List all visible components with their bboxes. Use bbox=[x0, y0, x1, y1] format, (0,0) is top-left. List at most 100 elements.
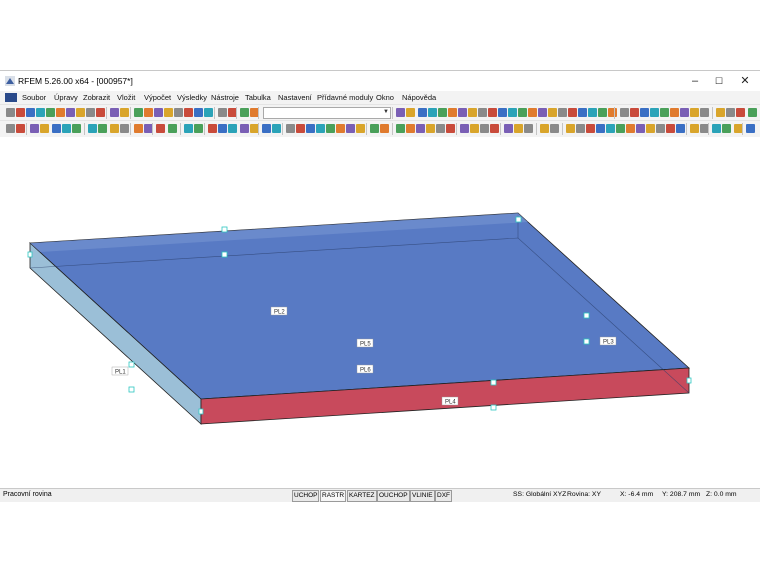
toolbar-tool-icon[interactable] bbox=[40, 124, 49, 133]
toolbar-tool-icon[interactable] bbox=[184, 108, 193, 117]
menu-okno[interactable]: Okno bbox=[376, 93, 394, 102]
label-pl1[interactable]: PL1 bbox=[111, 366, 129, 376]
toolbar-tool-icon[interactable] bbox=[46, 108, 55, 117]
toolbar-tool-icon[interactable] bbox=[120, 108, 129, 117]
toolbar-tool-icon[interactable] bbox=[286, 124, 295, 133]
toolbar-tool-icon[interactable] bbox=[168, 124, 177, 133]
menu-nastaveni[interactable]: Nastavení bbox=[278, 93, 312, 102]
toolbar-tool-icon[interactable] bbox=[438, 108, 447, 117]
toolbar-tool-icon[interactable] bbox=[194, 108, 203, 117]
toolbar-tool-icon[interactable] bbox=[134, 108, 143, 117]
toolbar-tool-icon[interactable] bbox=[716, 108, 725, 117]
node-marker[interactable] bbox=[490, 379, 497, 386]
toolbar-tool-icon[interactable] bbox=[418, 108, 427, 117]
toolbar-tool-icon[interactable] bbox=[676, 124, 685, 133]
toolbar-tool-icon[interactable] bbox=[154, 108, 163, 117]
toolbar-tool-icon[interactable] bbox=[346, 124, 355, 133]
toolbar-tool-icon[interactable] bbox=[646, 124, 655, 133]
menu-zobrazit[interactable]: Zobrazit bbox=[83, 93, 110, 102]
node-marker[interactable] bbox=[198, 408, 204, 415]
toolbar-tool-icon[interactable] bbox=[504, 124, 513, 133]
toolbar-tool-icon[interactable] bbox=[428, 108, 437, 117]
close-button[interactable]: ✕ bbox=[737, 74, 753, 88]
status-uchop-button[interactable]: UCHOP bbox=[292, 490, 320, 502]
toolbar-tool-icon[interactable] bbox=[6, 124, 15, 133]
toolbar-tool-icon[interactable] bbox=[6, 108, 15, 117]
menu-pridavne-moduly[interactable]: Přídavné moduly bbox=[317, 93, 373, 102]
toolbar-tool-icon[interactable] bbox=[636, 124, 645, 133]
toolbar-tool-icon[interactable] bbox=[670, 108, 679, 117]
toolbar-tool-icon[interactable] bbox=[16, 124, 25, 133]
toolbar-tool-icon[interactable] bbox=[448, 108, 457, 117]
toolbar-tool-icon[interactable] bbox=[262, 124, 271, 133]
toolbar-tool-icon[interactable] bbox=[406, 124, 415, 133]
toolbar-tool-icon[interactable] bbox=[712, 124, 721, 133]
toolbar-tool-icon[interactable] bbox=[184, 124, 193, 133]
toolbar-tool-icon[interactable] bbox=[470, 124, 479, 133]
toolbar-tool-icon[interactable] bbox=[680, 108, 689, 117]
toolbar-tool-icon[interactable] bbox=[218, 124, 227, 133]
toolbar-tool-icon[interactable] bbox=[528, 108, 537, 117]
menu-upravy[interactable]: Úpravy bbox=[54, 93, 78, 102]
toolbar-tool-icon[interactable] bbox=[748, 108, 757, 117]
toolbar-tool-icon[interactable] bbox=[620, 108, 629, 117]
toolbar-tool-icon[interactable] bbox=[458, 108, 467, 117]
toolbar-tool-icon[interactable] bbox=[240, 124, 249, 133]
status-vlinie-button[interactable]: VLINIE bbox=[410, 490, 435, 502]
toolbar-tool-icon[interactable] bbox=[62, 124, 71, 133]
toolbar-tool-icon[interactable] bbox=[596, 124, 605, 133]
toolbar-tool-icon[interactable] bbox=[110, 108, 119, 117]
menu-tabulka[interactable]: Tabulka bbox=[245, 93, 271, 102]
menu-vysledky[interactable]: Výsledky bbox=[177, 93, 207, 102]
model-viewport[interactable]: PL2 PL5 PL6 PL1 PL3 PL4 bbox=[0, 137, 760, 488]
toolbar-tool-icon[interactable] bbox=[588, 108, 597, 117]
node-marker[interactable] bbox=[583, 338, 590, 345]
label-pl5[interactable]: PL5 bbox=[356, 338, 374, 348]
toolbar-tool-icon[interactable] bbox=[722, 124, 731, 133]
toolbar-tool-icon[interactable] bbox=[326, 124, 335, 133]
toolbar-tool-icon[interactable] bbox=[52, 124, 61, 133]
toolbar-tool-icon[interactable] bbox=[608, 108, 617, 117]
toolbar-tool-icon[interactable] bbox=[656, 124, 665, 133]
toolbar-tool-icon[interactable] bbox=[208, 124, 217, 133]
toolbar-tool-icon[interactable] bbox=[726, 108, 735, 117]
toolbar-tool-icon[interactable] bbox=[228, 124, 237, 133]
menu-vlozit[interactable]: Vložit bbox=[117, 93, 135, 102]
toolbar-tool-icon[interactable] bbox=[746, 124, 755, 133]
toolbar-tool-icon[interactable] bbox=[336, 124, 345, 133]
minimize-button[interactable]: – bbox=[687, 74, 703, 88]
toolbar-tool-icon[interactable] bbox=[524, 124, 533, 133]
toolbar-tool-icon[interactable] bbox=[56, 108, 65, 117]
toolbar-tool-icon[interactable] bbox=[370, 124, 379, 133]
toolbar-tool-icon[interactable] bbox=[576, 124, 585, 133]
toolbar-tool-icon[interactable] bbox=[296, 124, 305, 133]
toolbar-tool-icon[interactable] bbox=[26, 108, 35, 117]
node-marker[interactable] bbox=[221, 226, 228, 233]
label-pl4[interactable]: PL4 bbox=[441, 396, 459, 406]
toolbar-tool-icon[interactable] bbox=[478, 108, 487, 117]
toolbar-tool-icon[interactable] bbox=[446, 124, 455, 133]
toolbar-tool-icon[interactable] bbox=[490, 124, 499, 133]
toolbar-tool-icon[interactable] bbox=[666, 124, 675, 133]
toolbar-tool-icon[interactable] bbox=[356, 124, 365, 133]
node-marker[interactable] bbox=[128, 386, 135, 393]
toolbar-tool-icon[interactable] bbox=[598, 108, 607, 117]
toolbar-tool-icon[interactable] bbox=[36, 108, 45, 117]
label-pl2[interactable]: PL2 bbox=[270, 306, 288, 316]
toolbar-tool-icon[interactable] bbox=[306, 124, 315, 133]
toolbar-tool-icon[interactable] bbox=[538, 108, 547, 117]
toolbar-tool-icon[interactable] bbox=[240, 108, 249, 117]
toolbar-tool-icon[interactable] bbox=[690, 124, 699, 133]
status-kartez-button[interactable]: KARTEZ bbox=[347, 490, 377, 502]
status-dxf-button[interactable]: DXF bbox=[435, 490, 452, 502]
toolbar-tool-icon[interactable] bbox=[488, 108, 497, 117]
toolbar-tool-icon[interactable] bbox=[540, 124, 549, 133]
node-marker[interactable] bbox=[583, 312, 590, 319]
toolbar-tool-icon[interactable] bbox=[508, 108, 517, 117]
toolbar-tool-icon[interactable] bbox=[460, 124, 469, 133]
toolbar-tool-icon[interactable] bbox=[514, 124, 523, 133]
menu-vypocet[interactable]: Výpočet bbox=[144, 93, 171, 102]
toolbar-tool-icon[interactable] bbox=[650, 108, 659, 117]
menu-nastroje[interactable]: Nástroje bbox=[211, 93, 239, 102]
toolbar-tool-icon[interactable] bbox=[586, 124, 595, 133]
